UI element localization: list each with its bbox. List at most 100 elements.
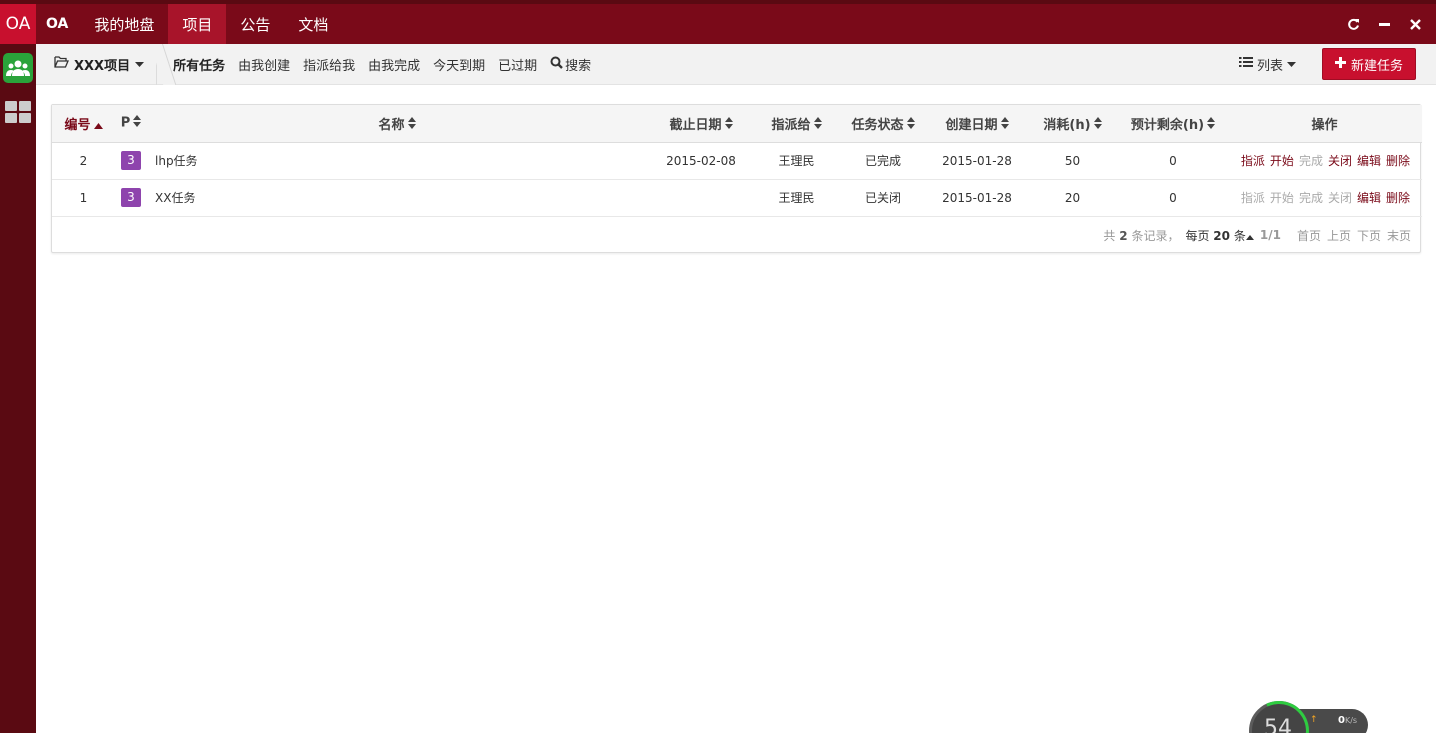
finish-action: 完成 [1298, 154, 1323, 168]
first-page-link[interactable]: 首页 [1297, 227, 1321, 244]
sort-asc-icon [93, 118, 103, 133]
table-header-row: 编号 P 名称 截止日期 指派给 任务状态 创建日期 消耗(h) 预计剩余(h)… [52, 105, 1422, 143]
page-indicator: 1/1 [1259, 228, 1281, 242]
column-header-left[interactable]: 预计剩余(h) [1119, 105, 1227, 143]
nav-my-space[interactable]: 我的地盘 [80, 4, 168, 44]
filter-overdue[interactable]: 已过期 [498, 55, 537, 74]
filter-created-by-me[interactable]: 由我创建 [238, 55, 290, 74]
delete-action[interactable]: 删除 [1386, 189, 1410, 206]
column-header-priority[interactable]: P [115, 105, 147, 143]
sort-icon [724, 117, 733, 133]
sort-icon [813, 117, 822, 133]
main-nav: 我的地盘 项目 公告 文档 [80, 4, 342, 44]
column-header-name[interactable]: 名称 [147, 105, 647, 143]
apps-grid-icon[interactable] [3, 97, 33, 127]
caret-up-icon [1245, 229, 1254, 243]
project-name: XXX项目 [74, 58, 131, 74]
nav-documents[interactable]: 文档 [284, 4, 342, 44]
last-page-link[interactable]: 末页 [1387, 227, 1411, 244]
plus-icon [1334, 56, 1346, 72]
per-page-selector[interactable]: 每页 20 条 [1185, 227, 1254, 244]
task-created: 2015-01-28 [942, 153, 1012, 168]
row-actions: 指派 开始 完成 关闭 编辑 删除 [1227, 189, 1422, 206]
close-icon[interactable] [1409, 18, 1422, 31]
start-action: 开始 [1269, 191, 1294, 205]
close-action[interactable]: 关闭 [1328, 152, 1352, 169]
task-status: 已完成 [864, 154, 901, 168]
upload-arrow-icon: ↑ [1310, 715, 1318, 725]
task-name-link[interactable]: XX任务 [147, 179, 647, 216]
caret-down-icon [135, 57, 145, 72]
search-icon [550, 56, 564, 73]
task-status: 已关闭 [864, 191, 901, 205]
column-header-status[interactable]: 任务状态 [838, 105, 928, 143]
table-row[interactable]: 2 3 lhp任务 2015-02-08 王理民 已完成 2015-01-28 … [52, 142, 1422, 179]
refresh-icon[interactable] [1347, 18, 1360, 31]
finish-action: 完成 [1298, 191, 1323, 205]
list-icon [1238, 56, 1253, 72]
nav-announcement[interactable]: 公告 [226, 4, 284, 44]
toolbar-right: 列表 新建任务 [1238, 48, 1436, 80]
filter-finished-by-me[interactable]: 由我完成 [368, 55, 420, 74]
task-created: 2015-01-28 [942, 190, 1012, 205]
task-assignee: 王理民 [778, 154, 815, 168]
task-left: 0 [1169, 190, 1177, 205]
pagination: 共 2 条记录， 每页 20 条 1/1 首页 上页 下页 末页 [52, 217, 1420, 254]
edit-action[interactable]: 编辑 [1357, 152, 1381, 169]
brand[interactable]: OA [36, 4, 80, 44]
project-selector[interactable]: XXX项目 [36, 43, 158, 85]
task-table: 编号 P 名称 截止日期 指派给 任务状态 创建日期 消耗(h) 预计剩余(h)… [52, 105, 1422, 217]
window-controls [1347, 4, 1436, 44]
priority-badge: 3 [121, 188, 141, 207]
prev-page-link[interactable]: 上页 [1327, 227, 1351, 244]
view-mode-label: 列表 [1256, 58, 1283, 74]
sort-icon [407, 117, 416, 133]
minimize-icon[interactable] [1378, 18, 1391, 31]
column-header-created[interactable]: 创建日期 [928, 105, 1026, 143]
column-header-deadline[interactable]: 截止日期 [647, 105, 755, 143]
task-id: 2 [79, 153, 88, 168]
task-consumed: 50 [1064, 153, 1081, 168]
new-task-label: 新建任务 [1350, 58, 1403, 74]
left-sidebar: OA [0, 0, 36, 733]
close-action: 关闭 [1327, 191, 1352, 205]
task-assignee: 王理民 [778, 191, 815, 205]
caret-down-icon [1286, 57, 1296, 72]
task-deadline: 2015-02-08 [666, 153, 736, 168]
task-toolbar: XXX项目 所有任务 由我创建 指派给我 由我完成 今天到期 已过期 搜索 列表 [36, 43, 1436, 85]
task-filters: 所有任务 由我创建 指派给我 由我完成 今天到期 已过期 搜索 [157, 55, 591, 74]
sort-icon [1207, 117, 1216, 133]
sort-icon [906, 117, 915, 133]
row-actions: 指派 开始 完成 关闭 编辑 删除 [1227, 152, 1422, 169]
app-logo[interactable]: OA [0, 4, 36, 44]
sort-icon [1000, 117, 1009, 133]
filter-all-tasks[interactable]: 所有任务 [173, 55, 225, 74]
filter-assigned-to-me[interactable]: 指派给我 [303, 55, 355, 74]
speed-value: 54 [1264, 716, 1292, 733]
speed-gauge[interactable]: 54 [1240, 692, 1318, 733]
task-deadline [647, 179, 755, 216]
column-header-actions: 操作 [1227, 105, 1422, 143]
column-header-id[interactable]: 编号 [52, 105, 115, 143]
sort-icon [133, 115, 142, 131]
start-action[interactable]: 开始 [1270, 152, 1294, 169]
task-left: 0 [1169, 153, 1177, 168]
task-id: 1 [79, 190, 88, 205]
total-records: 共 2 条记录， [1103, 228, 1180, 243]
nav-project[interactable]: 项目 [168, 4, 227, 44]
column-header-consumed[interactable]: 消耗(h) [1026, 105, 1119, 143]
edit-action[interactable]: 编辑 [1357, 189, 1381, 206]
assign-action[interactable]: 指派 [1241, 152, 1265, 169]
filter-due-today[interactable]: 今天到期 [433, 55, 485, 74]
sort-icon [1093, 117, 1102, 133]
next-page-link[interactable]: 下页 [1357, 227, 1381, 244]
new-task-button[interactable]: 新建任务 [1321, 48, 1416, 80]
users-icon[interactable] [3, 53, 33, 83]
view-mode-dropdown[interactable]: 列表 [1238, 55, 1296, 74]
delete-action[interactable]: 删除 [1386, 152, 1410, 169]
task-name-link[interactable]: lhp任务 [147, 142, 647, 179]
column-header-assignee[interactable]: 指派给 [755, 105, 838, 143]
search-button[interactable]: 搜索 [550, 55, 591, 74]
table-row[interactable]: 1 3 XX任务 王理民 已关闭 2015-01-28 20 0 指派 开始 完… [52, 179, 1422, 216]
assign-action: 指派 [1240, 191, 1265, 205]
